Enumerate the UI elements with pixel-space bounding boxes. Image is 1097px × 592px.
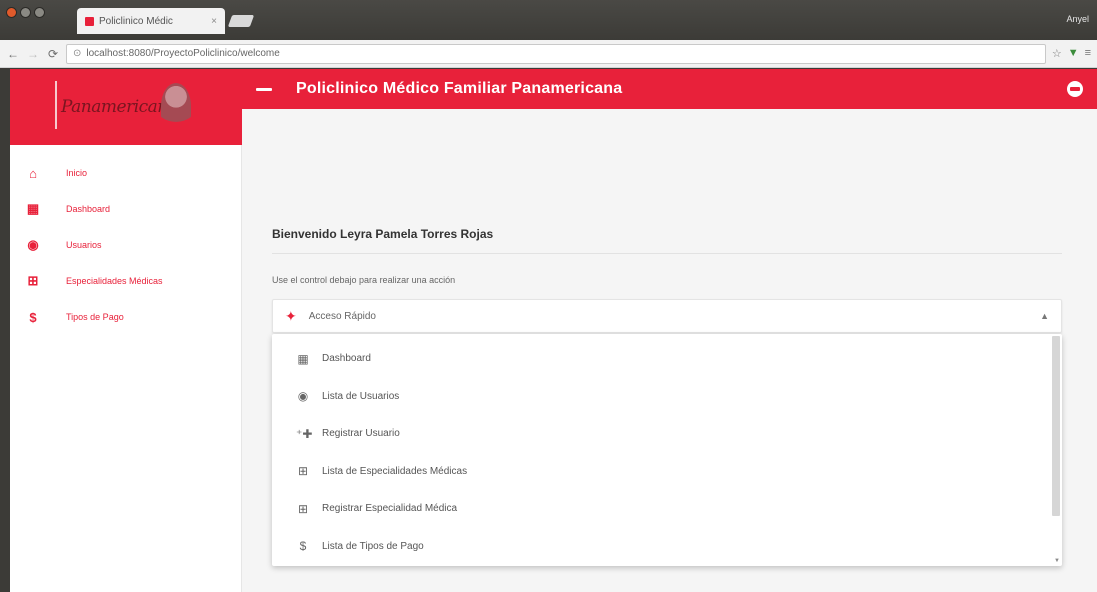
back-icon[interactable]: ← bbox=[6, 47, 20, 61]
favicon-icon bbox=[85, 16, 94, 26]
sidebar-item-label: Inicio bbox=[66, 168, 88, 178]
sidebar-item-dashboard[interactable]: ▦ Dashboard bbox=[10, 191, 241, 227]
app-header: Policlinico Médico Familiar Panamericana bbox=[242, 69, 1097, 109]
sidebar-item-usuarios[interactable]: ◉ Usuarios bbox=[10, 227, 241, 263]
puzzle-icon: ✦ bbox=[285, 307, 297, 324]
sidebar-item-label: Dashboard bbox=[66, 204, 111, 214]
menu-item-label: Registrar Usuario bbox=[322, 428, 400, 440]
browser-toolbar: ← → ⟳ ⊙ localhost:8080/ProyectoPoliclini… bbox=[0, 40, 1097, 68]
sidebar-item-label: Especialidades Médicas bbox=[66, 276, 163, 286]
menu-scrollbar[interactable]: ▼ bbox=[1052, 336, 1060, 564]
menu-item-label: Lista de Especialidades Médicas bbox=[322, 465, 468, 477]
specialties-icon: ⊞ bbox=[27, 273, 39, 288]
specialties-icon: ⊞ bbox=[297, 464, 309, 479]
browser-menu-icon[interactable]: ≡ bbox=[1085, 47, 1091, 60]
scroll-down-icon[interactable]: ▼ bbox=[1054, 558, 1060, 564]
menu-item-label: Lista de Usuarios bbox=[322, 390, 400, 402]
users-icon: ◉ bbox=[27, 237, 39, 252]
caret-up-icon[interactable]: ▲ bbox=[1040, 311, 1049, 321]
brand-logo[interactable]: Panamericana bbox=[10, 69, 242, 145]
menu-item[interactable]: ⊞ Registrar Especialidad Médica bbox=[272, 490, 1062, 528]
menu-item[interactable]: ◉ Lista de Usuarios bbox=[272, 378, 1062, 416]
users-icon: ◉ bbox=[297, 389, 309, 404]
logo-text: Panamericana bbox=[61, 97, 178, 117]
menu-item-label: Dashboard bbox=[322, 353, 371, 365]
page-viewport: Panamericana ⌂ Inicio ▦ Dashboard ◉ Usuarios ⊞… bbox=[10, 69, 1097, 592]
window-controls bbox=[6, 7, 45, 18]
address-text: localhost:8080/ProyectoPoliclinico/welco… bbox=[86, 48, 280, 59]
window-titlebar: Policlinico Médic × Anyel bbox=[0, 0, 1097, 40]
sidebar-item-label: Tipos de Pago bbox=[66, 312, 124, 322]
reload-icon[interactable]: ⟳ bbox=[46, 47, 60, 61]
menu-item-label: Lista de Tipos de Pago bbox=[322, 540, 424, 552]
menu-item[interactable]: $ Lista de Tipos de Pago bbox=[272, 528, 1062, 566]
address-bar[interactable]: ⊙ localhost:8080/ProyectoPoliclinico/wel… bbox=[66, 43, 1046, 64]
logo-figure bbox=[161, 83, 191, 129]
tab-title: Policlinico Médic bbox=[99, 15, 173, 27]
select-value: Acceso Rápido bbox=[308, 310, 376, 322]
sidebar: Panamericana ⌂ Inicio ▦ Dashboard ◉ Usuarios ⊞… bbox=[10, 69, 242, 592]
quick-access-menu: ▦ Dashboard ◉ Lista de Usuarios ⁺✚ Registrar … bbox=[272, 334, 1062, 566]
menu-item[interactable]: ⁺✚ Registrar Usuario bbox=[272, 415, 1062, 453]
tab-close-icon[interactable]: × bbox=[211, 16, 217, 27]
account-icon[interactable] bbox=[1067, 81, 1083, 97]
menu-item-label: Registrar Especialidad Médica bbox=[322, 503, 458, 515]
dollar-icon: $ bbox=[299, 539, 307, 554]
menu-item[interactable]: ⊞ Lista de Especialidades Médicas bbox=[272, 453, 1062, 491]
bookmark-star-icon[interactable]: ☆ bbox=[1052, 47, 1062, 60]
app-title: Policlinico Médico Familiar Panamericana bbox=[296, 80, 623, 97]
browser-user[interactable]: Anyel bbox=[1066, 14, 1089, 24]
dashboard-icon: ▦ bbox=[297, 351, 309, 366]
scrollbar-thumb[interactable] bbox=[1052, 336, 1060, 516]
maximize-window-button[interactable] bbox=[34, 7, 45, 18]
menu-list: ▦ Dashboard ◉ Lista de Usuarios ⁺✚ Registrar … bbox=[272, 340, 1062, 565]
divider bbox=[272, 253, 1062, 254]
logo-image: Panamericana bbox=[51, 79, 201, 135]
sidebar-nav: ⌂ Inicio ▦ Dashboard ◉ Usuarios ⊞ Especialidade… bbox=[10, 145, 241, 335]
minimize-window-button[interactable] bbox=[20, 7, 31, 18]
menu-toggle-button[interactable] bbox=[256, 87, 272, 91]
add-specialty-icon: ⊞ bbox=[297, 501, 309, 516]
sidebar-item-inicio[interactable]: ⌂ Inicio bbox=[10, 155, 241, 191]
window-border bbox=[0, 69, 10, 592]
hint-text: Use el control debajo para realizar una … bbox=[272, 275, 456, 285]
sidebar-item-label: Usuarios bbox=[66, 240, 102, 250]
forward-icon[interactable]: → bbox=[26, 47, 40, 61]
sidebar-item-tipos-de-pago[interactable]: $ Tipos de Pago bbox=[10, 299, 241, 335]
close-window-button[interactable] bbox=[6, 7, 17, 18]
browser-tab[interactable]: Policlinico Médic × bbox=[77, 8, 225, 34]
sidebar-item-especialidades-m-dicas[interactable]: ⊞ Especialidades Médicas bbox=[10, 263, 241, 299]
dashboard-icon: ▦ bbox=[26, 201, 40, 216]
quick-access-select[interactable]: ✦ Acceso Rápido ▲ bbox=[272, 299, 1062, 333]
welcome-heading: Bienvenido Leyra Pamela Torres Rojas bbox=[272, 227, 494, 241]
dollar-icon: $ bbox=[29, 309, 37, 325]
page-info-icon[interactable]: ⊙ bbox=[73, 48, 81, 59]
logo-staff bbox=[55, 81, 57, 129]
new-tab-button[interactable] bbox=[227, 15, 255, 27]
add-user-icon: ⁺✚ bbox=[296, 426, 313, 441]
menu-item[interactable]: ▦ Dashboard bbox=[272, 340, 1062, 378]
extension-icon[interactable]: ▼ bbox=[1068, 47, 1079, 60]
home-icon: ⌂ bbox=[29, 165, 37, 181]
